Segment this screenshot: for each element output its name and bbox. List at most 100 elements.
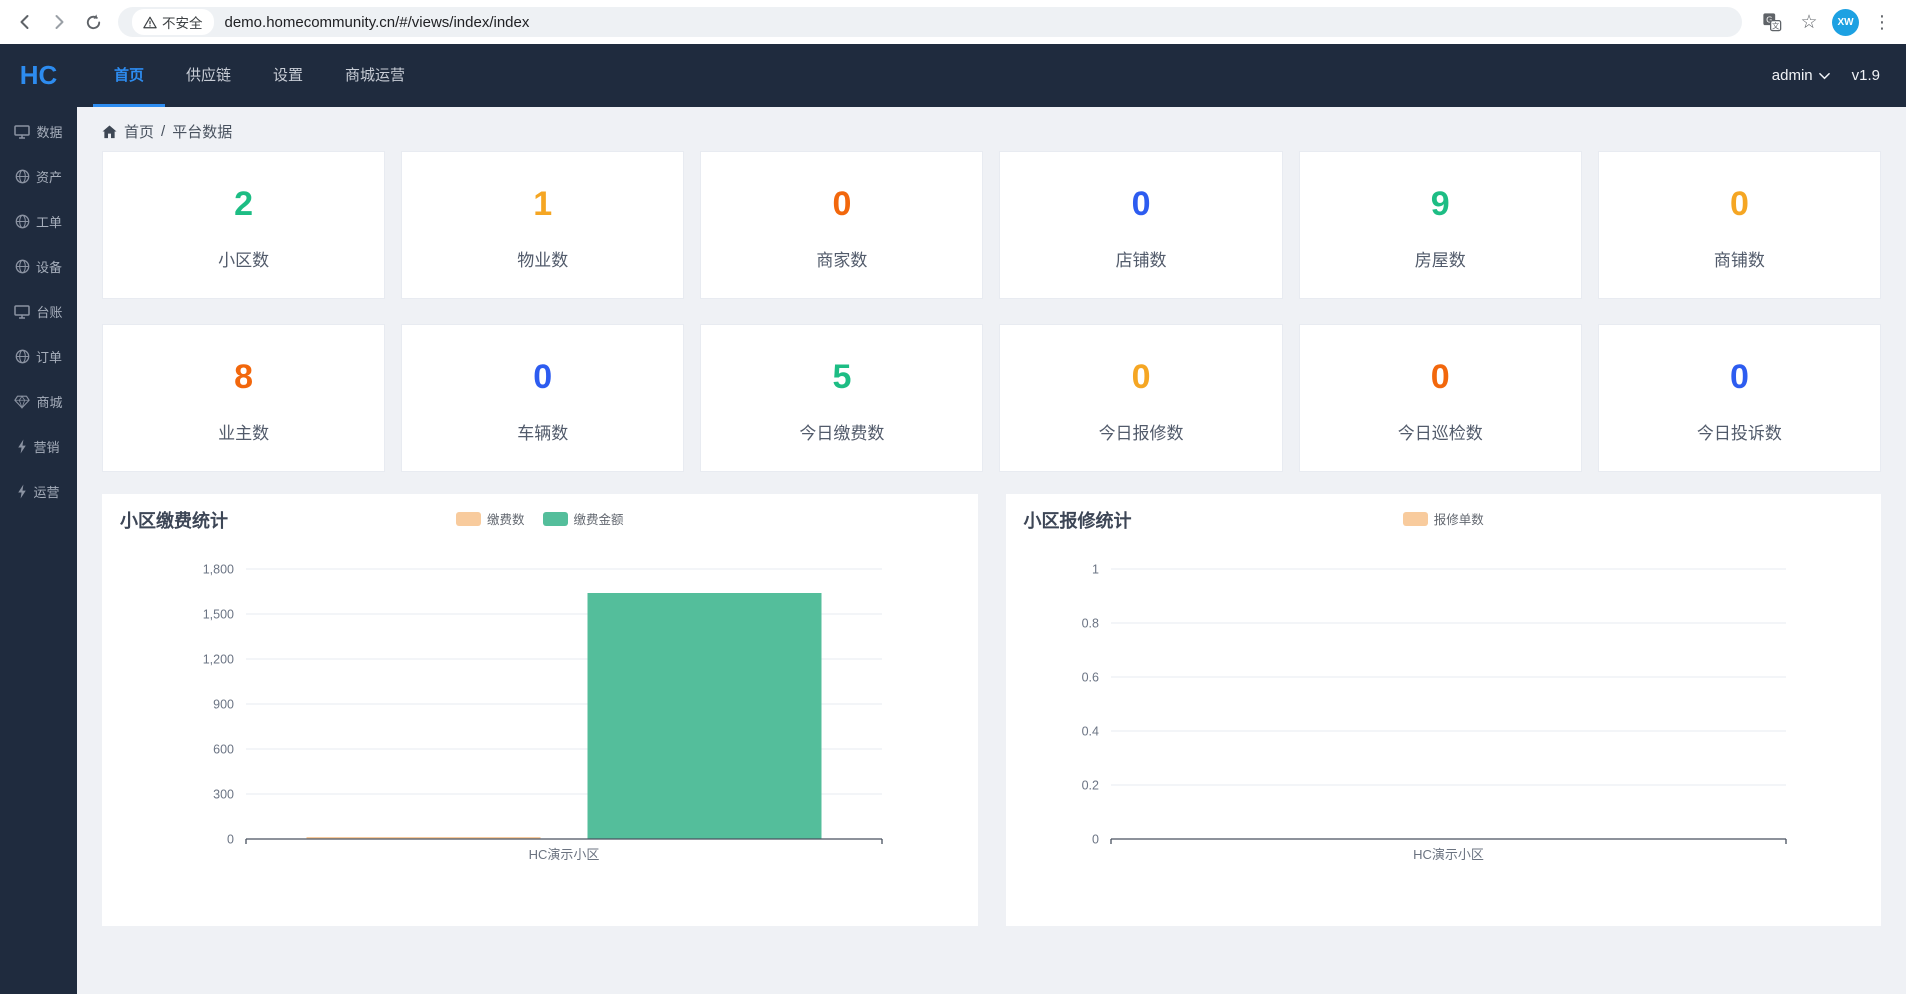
sidebar-item-4[interactable]: 台账 [0, 289, 77, 334]
sidebar-item-5[interactable]: 订单 [0, 334, 77, 379]
sidebar-item-7[interactable]: 营销 [0, 424, 77, 469]
diamond-icon [14, 395, 30, 409]
svg-text:1: 1 [1092, 563, 1099, 577]
stat-label: 店铺数 [1000, 246, 1281, 271]
globe-icon [15, 169, 30, 184]
svg-text:0.6: 0.6 [1081, 671, 1098, 685]
x-axis-category-label: HC演示小区 [1413, 847, 1484, 862]
stat-card-7: 0车辆数 [401, 324, 684, 472]
stat-value: 9 [1300, 185, 1581, 223]
stat-value: 5 [701, 358, 982, 396]
globe-icon [15, 349, 30, 364]
stat-label: 小区数 [103, 246, 384, 271]
sidebar-item-label: 设备 [36, 257, 62, 276]
address-bar[interactable]: 不安全 demo.homecommunity.cn/#/views/index/… [118, 7, 1742, 37]
bolt-icon [17, 484, 27, 499]
svg-text:1,500: 1,500 [203, 608, 234, 622]
sidebar-item-label: 营销 [33, 437, 59, 456]
stat-label: 商家数 [701, 246, 982, 271]
breadcrumb-current: 平台数据 [172, 121, 232, 142]
svg-text:1,200: 1,200 [203, 653, 234, 667]
stat-value: 0 [1599, 358, 1880, 396]
security-chip[interactable]: 不安全 [132, 9, 214, 35]
bolt-icon [17, 439, 27, 454]
translate-icon[interactable]: G 文 [1758, 8, 1786, 36]
stat-cards: 2小区数1物业数0商家数0店铺数9房屋数0商铺数8业主数0车辆数5今日缴费数0今… [102, 151, 1881, 472]
back-arrow-icon [15, 12, 35, 32]
stat-card-5: 0 商铺数 [1598, 151, 1881, 299]
stat-label: 车辆数 [402, 419, 683, 444]
browser-chrome: 不安全 demo.homecommunity.cn/#/views/index/… [0, 0, 1906, 44]
breadcrumb-separator: / [161, 123, 165, 140]
breadcrumb: 首页 / 平台数据 [102, 121, 1906, 142]
charts-row: 小区缴费统计缴费数缴费金额03006009001,2001,5001,800HC… [102, 494, 1881, 926]
stat-label: 业主数 [103, 419, 384, 444]
browser-forward-button[interactable] [42, 5, 76, 39]
chart-plot: 03006009001,2001,5001,800HC演示小区 [102, 546, 978, 921]
browser-reload-button[interactable] [76, 5, 110, 39]
breadcrumb-home[interactable]: 首页 [124, 121, 154, 142]
profile-avatar[interactable]: XW [1832, 9, 1859, 36]
legend-swatch [456, 512, 481, 526]
stat-value: 0 [1000, 358, 1281, 396]
stat-card-1: 1物业数 [401, 151, 684, 299]
monitor-icon [14, 305, 30, 319]
chevron-down-icon [1819, 72, 1830, 80]
legend-item[interactable]: 缴费数 [456, 509, 525, 528]
chart-plot: 00.20.40.60.81HC演示小区 [1006, 546, 1882, 921]
nav-tab-3[interactable]: 商城运营 [324, 44, 426, 107]
star-glyph: ☆ [1800, 11, 1817, 34]
svg-text:文: 文 [1772, 22, 1780, 31]
legend-item[interactable]: 报修单数 [1403, 509, 1484, 528]
nav-tab-0[interactable]: 首页 [93, 44, 165, 107]
globe-icon [15, 214, 30, 229]
sidebar-item-label: 商城 [36, 392, 62, 411]
app-navbar: HC 首页供应链设置商城运营 admin v1.9 [0, 44, 1906, 107]
sidebar-item-8[interactable]: 运营 [0, 469, 77, 514]
stat-card-11: 0今日投诉数 [1598, 324, 1881, 472]
legend-label: 缴费数 [487, 509, 525, 528]
app-logo[interactable]: HC [0, 44, 77, 107]
user-name: admin [1772, 67, 1813, 84]
home-icon [102, 125, 117, 139]
translate-glyph-icon: G 文 [1762, 12, 1782, 32]
browser-menu-icon[interactable]: ⋮ [1868, 8, 1896, 36]
browser-actions: G 文 ☆ XW ⋮ [1758, 8, 1896, 36]
legend-item[interactable]: 缴费金额 [543, 509, 624, 528]
stat-card-3: 0店铺数 [999, 151, 1282, 299]
stat-card-10: 0今日巡检数 [1299, 324, 1582, 472]
nav-tab-1[interactable]: 供应链 [165, 44, 252, 107]
sidebar-item-0[interactable]: 数据 [0, 109, 77, 154]
sidebar-item-label: 数据 [36, 122, 62, 141]
dots-glyph: ⋮ [1873, 12, 1891, 33]
stat-card-6: 8业主数 [102, 324, 385, 472]
sidebar-item-1[interactable]: 资产 [0, 154, 77, 199]
user-dropdown[interactable]: admin [1772, 67, 1830, 84]
sidebar-item-6[interactable]: 商城 [0, 379, 77, 424]
nav-tab-2[interactable]: 设置 [252, 44, 324, 107]
security-label: 不安全 [162, 12, 203, 32]
sidebar-item-2[interactable]: 工单 [0, 199, 77, 244]
sidebar-item-3[interactable]: 设备 [0, 244, 77, 289]
bar-缴费金额[interactable] [588, 593, 822, 839]
chart-panel-1: 小区报修统计报修单数00.20.40.60.81HC演示小区 [1006, 494, 1882, 926]
stat-card-9: 0 今日报修数 [999, 324, 1282, 472]
stat-label: 今日缴费数 [701, 419, 982, 444]
browser-back-button[interactable] [8, 5, 42, 39]
svg-text:0: 0 [1092, 833, 1099, 847]
bookmark-star-icon[interactable]: ☆ [1795, 8, 1823, 36]
legend-label: 缴费金额 [574, 509, 624, 528]
stat-label: 商铺数 [1599, 246, 1880, 271]
stat-value: 1 [402, 185, 683, 223]
top-menu: 首页供应链设置商城运营 [93, 44, 426, 107]
svg-text:0: 0 [227, 833, 234, 847]
stat-label: 今日报修数 [1000, 419, 1281, 444]
svg-text:1,800: 1,800 [203, 563, 234, 577]
sidebar-item-label: 工单 [36, 212, 62, 231]
navbar-right: admin v1.9 [1772, 44, 1906, 107]
warning-icon [143, 16, 157, 29]
svg-text:0.8: 0.8 [1081, 617, 1098, 631]
stat-card-4: 9房屋数 [1299, 151, 1582, 299]
stat-value: 0 [1599, 185, 1880, 223]
stat-card-8: 5 今日缴费数 [700, 324, 983, 472]
